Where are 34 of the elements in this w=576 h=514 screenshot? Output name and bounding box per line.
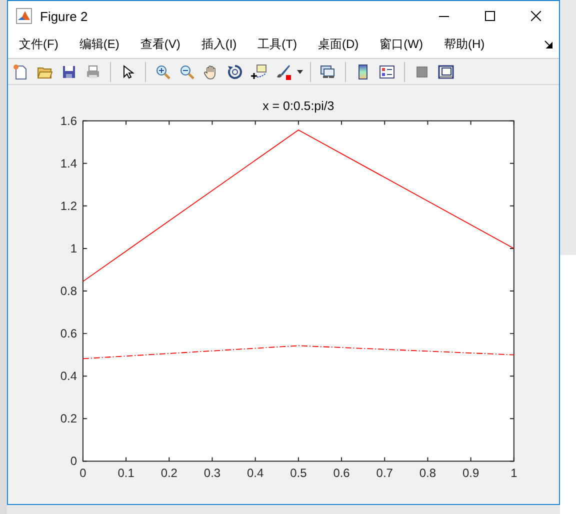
dock-arrow-icon[interactable] (544, 40, 553, 49)
tick-label: 0 (80, 466, 86, 480)
tick-label: 0.1 (118, 466, 134, 480)
maximize-icon (485, 11, 495, 21)
tick-label: 0.8 (60, 284, 77, 298)
tick-label: 0.6 (60, 326, 77, 341)
tick-label: 0.4 (60, 369, 77, 384)
tick-label: 0.9 (462, 466, 480, 480)
menu-item[interactable]: 工具(T) (250, 36, 304, 53)
window-title: Figure 2 (40, 8, 89, 24)
menu-item[interactable]: 桌面(D) (310, 36, 366, 53)
tick-label: 1.6 (60, 114, 77, 128)
chart-title: x = 0:0.5:pi/3 (262, 98, 334, 113)
tick-label: 1.2 (60, 198, 77, 213)
tick-label: 0.2 (160, 466, 178, 480)
tick-label: 1 (510, 466, 518, 480)
menu-item[interactable]: 窗口(W) (372, 36, 430, 53)
tick-label: 1.4 (60, 156, 77, 170)
tick-label: 1 (70, 241, 77, 256)
tick-label: 0.3 (204, 466, 221, 480)
tick-label: 0 (70, 454, 77, 468)
tick-label: 0.4 (247, 466, 264, 480)
app-icon (16, 8, 32, 24)
menu-item[interactable]: 文件(F) (12, 36, 66, 53)
tick-label: 0.8 (419, 466, 436, 480)
menu-item[interactable]: 编辑(E) (72, 36, 126, 53)
close-icon (531, 11, 541, 21)
tick-label: 0.2 (60, 412, 77, 426)
menu-item[interactable]: 查看(V) (133, 36, 188, 53)
tick-label: 0.6 (333, 466, 350, 480)
menu-item[interactable]: 帮助(H) (436, 36, 492, 53)
tick-label: 0.5 (290, 466, 307, 480)
menu-item[interactable]: 插入(I) (194, 36, 244, 53)
tick-label: 0.7 (376, 466, 393, 480)
